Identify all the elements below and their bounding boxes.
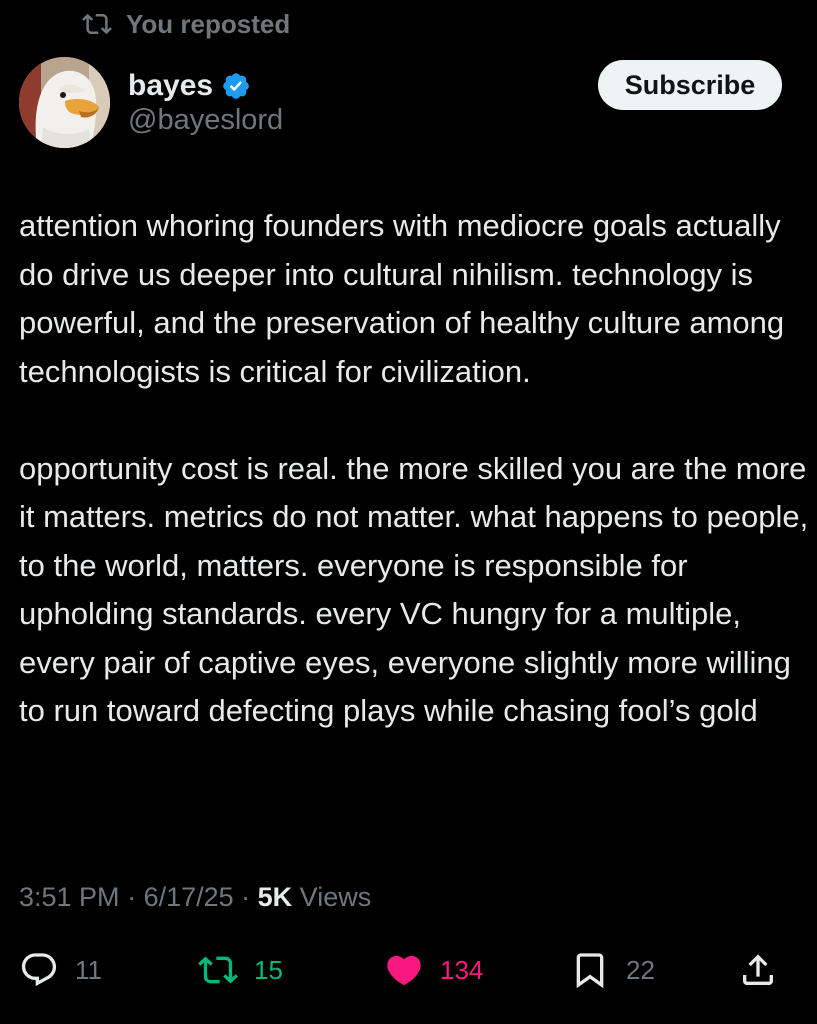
meta-separator: ·	[233, 882, 258, 912]
heart-icon	[387, 955, 421, 986]
reply-button[interactable]: 11	[19, 948, 102, 992]
bookmark-count: 22	[626, 954, 655, 985]
avatar[interactable]	[19, 57, 110, 148]
share-icon	[743, 954, 773, 985]
bookmark-button[interactable]: 22	[570, 948, 655, 992]
repost-icon	[198, 956, 238, 984]
subscribe-button[interactable]: Subscribe	[598, 60, 782, 110]
eagle-avatar-icon	[19, 57, 110, 148]
post-paragraph: attention whoring founders with mediocre…	[19, 208, 785, 389]
post-text: attention whoring founders with mediocre…	[19, 202, 809, 736]
repost-banner: You reposted	[82, 6, 290, 42]
like-button[interactable]: 134	[384, 948, 483, 992]
author-display-name[interactable]: bayes	[128, 69, 213, 103]
repost-button[interactable]: 15	[198, 948, 283, 992]
post-time[interactable]: 3:51 PM	[19, 882, 120, 912]
meta-separator: ·	[119, 882, 144, 912]
author-name-row[interactable]: bayes	[128, 66, 251, 106]
share-button[interactable]	[738, 948, 778, 992]
post-meta: 3:51 PM · 6/17/25 · 5K Views	[19, 882, 371, 913]
like-count: 134	[440, 954, 484, 985]
post-paragraph: opportunity cost is real. the more skill…	[19, 450, 809, 729]
author-handle[interactable]: @bayeslord	[128, 104, 283, 137]
views-label: Views	[292, 882, 372, 912]
reply-count: 11	[75, 954, 102, 985]
views-count: 5K	[257, 882, 293, 912]
repost-banner-label: You reposted	[126, 8, 291, 39]
reply-icon	[21, 953, 57, 987]
repost-count: 15	[254, 954, 283, 985]
bookmark-icon	[576, 953, 604, 989]
post-date[interactable]: 6/17/25	[144, 882, 234, 912]
repost-icon	[82, 13, 112, 35]
verified-badge-icon	[223, 73, 249, 99]
